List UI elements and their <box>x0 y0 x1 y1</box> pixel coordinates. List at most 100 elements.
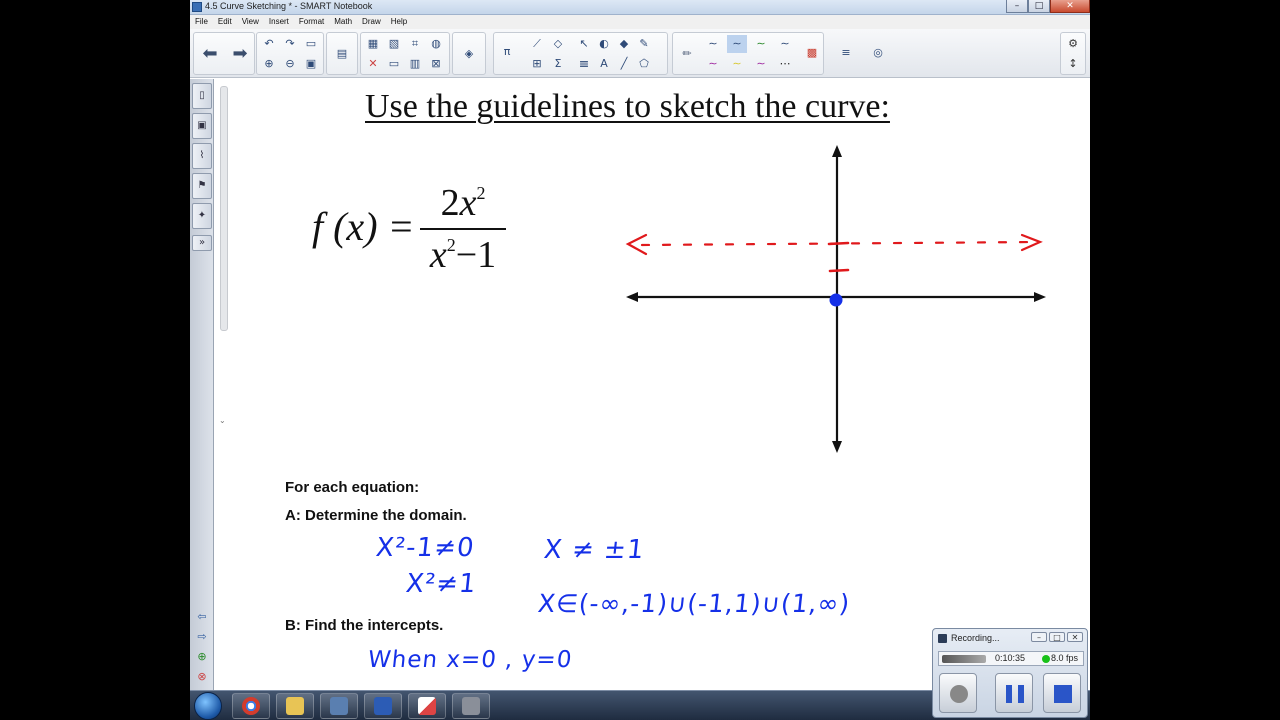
shape-icon[interactable]: ◇ <box>548 35 568 53</box>
menu-edit[interactable]: Edit <box>218 15 232 29</box>
menu-insert[interactable]: Insert <box>269 15 289 29</box>
recorder-taskbar-button[interactable] <box>452 693 490 719</box>
magic-pen-icon[interactable]: ✎ <box>634 35 654 53</box>
numerator-coefficient: 2 <box>440 182 460 224</box>
formula-fraction: 2x2 x2−1 <box>420 181 506 281</box>
screen-shade-icon[interactable]: ▤ <box>332 45 352 63</box>
menu-draw[interactable]: Draw <box>362 15 381 29</box>
pen-style-5-icon[interactable]: ∼ <box>703 55 723 73</box>
add-item-icon[interactable]: ⊕ <box>193 647 211 667</box>
attachments-tab-icon[interactable]: ⌇ <box>192 143 212 169</box>
pen-style-1-icon[interactable]: ∼ <box>703 35 723 53</box>
page-sorter-tab-icon[interactable]: ▯ <box>192 83 212 109</box>
transparency-icon[interactable]: ◎ <box>868 44 888 62</box>
side-tabs: ▯ ▣ ⌇ ⚑ ✦ » ⇦ ⇨ ⊕ ⊗ <box>190 79 214 691</box>
pen-style-7-icon[interactable]: ∼ <box>751 55 771 73</box>
expand-panel-icon[interactable]: » <box>192 235 212 251</box>
addons-tab-icon[interactable]: ✦ <box>192 203 212 229</box>
shapes-icon[interactable]: ⬠ <box>634 55 654 73</box>
next-page-icon[interactable]: ⇨ <box>193 627 211 647</box>
y-axis-bottom-arrow <box>832 441 842 453</box>
stop-button[interactable] <box>1043 673 1081 713</box>
gear-icon[interactable]: ⚙ <box>1063 35 1083 53</box>
calculator-icon[interactable]: ⊞ <box>527 55 547 73</box>
pi-math-icon[interactable]: π <box>497 43 517 61</box>
toolbar-move-icon[interactable]: ↕ <box>1063 55 1083 73</box>
pause-button[interactable] <box>995 673 1033 713</box>
menu-file[interactable]: File <box>195 15 208 29</box>
pen-style-6-icon[interactable]: ∼ <box>727 55 747 73</box>
menu-view[interactable]: View <box>242 15 259 29</box>
explorer-taskbar-button[interactable] <box>276 693 314 719</box>
side-nav-arrows: ⇦ ⇨ ⊕ ⊗ <box>193 607 211 687</box>
sketch-graph[interactable] <box>620 141 1060 461</box>
word-icon <box>374 697 392 715</box>
denominator-variable: x <box>429 234 447 276</box>
menu-format[interactable]: Format <box>299 15 324 29</box>
crop-icon[interactable]: ⌗ <box>405 35 425 53</box>
toolbar: ⬅ ➡ ↶ ↷ ▭ ⊕ ⊖ ▣ ▤ ▦ ▧ ⌗ ◍ ✕ ▭ ▥ ⊠ ◈ π ⟋ … <box>190 29 1090 78</box>
nav-group: ⬅ ➡ <box>193 32 255 75</box>
notebook-page[interactable]: Use the guidelines to sketch the curve: … <box>228 79 1090 691</box>
screen-capture-icon[interactable]: ▧ <box>384 35 404 53</box>
recorder-status-bar: 0:10:35 8.0 fps <box>938 651 1084 666</box>
delete-icon[interactable]: ✕ <box>363 55 383 73</box>
select-pointer-icon[interactable]: ↖ <box>574 35 594 53</box>
record-button[interactable] <box>939 673 977 713</box>
back-arrow-icon[interactable]: ⬅ <box>195 34 225 74</box>
scroll-grip-icon[interactable]: ⌄ <box>219 416 226 425</box>
pens-icon[interactable]: 𝍣 <box>574 55 594 73</box>
pen-style-8-icon[interactable]: ⋯ <box>775 55 795 73</box>
previous-page-icon[interactable]: ⇦ <box>193 607 211 627</box>
line-width-icon[interactable]: ≡ <box>836 44 856 62</box>
paint-taskbar-button[interactable] <box>408 693 446 719</box>
pen-icon[interactable]: ✏ <box>677 45 697 63</box>
color-palette-icon[interactable]: ▩ <box>802 44 822 62</box>
document-camera-icon[interactable]: ◈ <box>459 45 479 63</box>
line-icon[interactable]: ╱ <box>614 55 634 73</box>
pen-style-3-icon[interactable]: ∼ <box>751 35 771 53</box>
sidebar-scrollbar[interactable] <box>220 86 228 331</box>
close-box-icon[interactable]: ⊠ <box>426 55 446 73</box>
pen-style-4-icon[interactable]: ∼ <box>775 35 795 53</box>
paste-icon[interactable]: ▦ <box>363 35 383 53</box>
eraser-icon[interactable]: ◆ <box>614 35 634 53</box>
handwriting-line1-right: X ≠ ±1 <box>542 535 647 565</box>
recorder-minimize-button[interactable]: – <box>1031 632 1047 642</box>
minimize-button[interactable]: – <box>1006 0 1028 13</box>
properties-tab-icon[interactable]: ⚑ <box>192 173 212 199</box>
guideline-step-b: B: Find the intercepts. <box>285 617 444 634</box>
recorder-maximize-button[interactable]: □ <box>1049 632 1065 642</box>
denominator-exponent: 2 <box>446 235 456 255</box>
formula-denominator: x2−1 <box>420 233 506 277</box>
remove-item-icon[interactable]: ⊗ <box>193 667 211 687</box>
undo-icon[interactable]: ↶ <box>259 35 279 53</box>
camera-icon[interactable]: ◍ <box>426 35 446 53</box>
sigma-icon[interactable]: Σ <box>548 55 568 73</box>
notebook-taskbar-button[interactable] <box>320 693 358 719</box>
menu-math[interactable]: Math <box>334 15 352 29</box>
text-icon[interactable]: A <box>594 55 614 73</box>
function-formula: f (x) = 2x2 x2−1 <box>312 181 522 281</box>
gallery-tab-icon[interactable]: ▣ <box>192 113 212 139</box>
open-folder-icon[interactable]: ▭ <box>301 35 321 53</box>
grid-icon[interactable]: ▥ <box>405 55 425 73</box>
redo-icon[interactable]: ↷ <box>280 35 300 53</box>
table-icon[interactable]: ▭ <box>384 55 404 73</box>
start-button-icon[interactable] <box>194 692 222 720</box>
chrome-taskbar-button[interactable] <box>232 693 270 719</box>
delete-page-icon[interactable]: ⊖ <box>280 55 300 73</box>
record-icon <box>950 685 968 703</box>
add-page-icon[interactable]: ⊕ <box>259 55 279 73</box>
menu-help[interactable]: Help <box>391 15 407 29</box>
pen-style-2-icon[interactable]: ∼ <box>727 35 747 53</box>
word-taskbar-button[interactable] <box>364 693 402 719</box>
maximize-button[interactable]: □ <box>1028 0 1050 13</box>
graph-icon[interactable]: ⟋ <box>527 35 547 53</box>
close-button[interactable]: ✕ <box>1050 0 1090 13</box>
fill-icon[interactable]: ◐ <box>594 35 614 53</box>
recorder-close-button[interactable]: ✕ <box>1067 632 1083 642</box>
notebook-app-icon <box>192 2 202 12</box>
save-icon[interactable]: ▣ <box>301 55 321 73</box>
forward-arrow-icon[interactable]: ➡ <box>225 34 255 74</box>
